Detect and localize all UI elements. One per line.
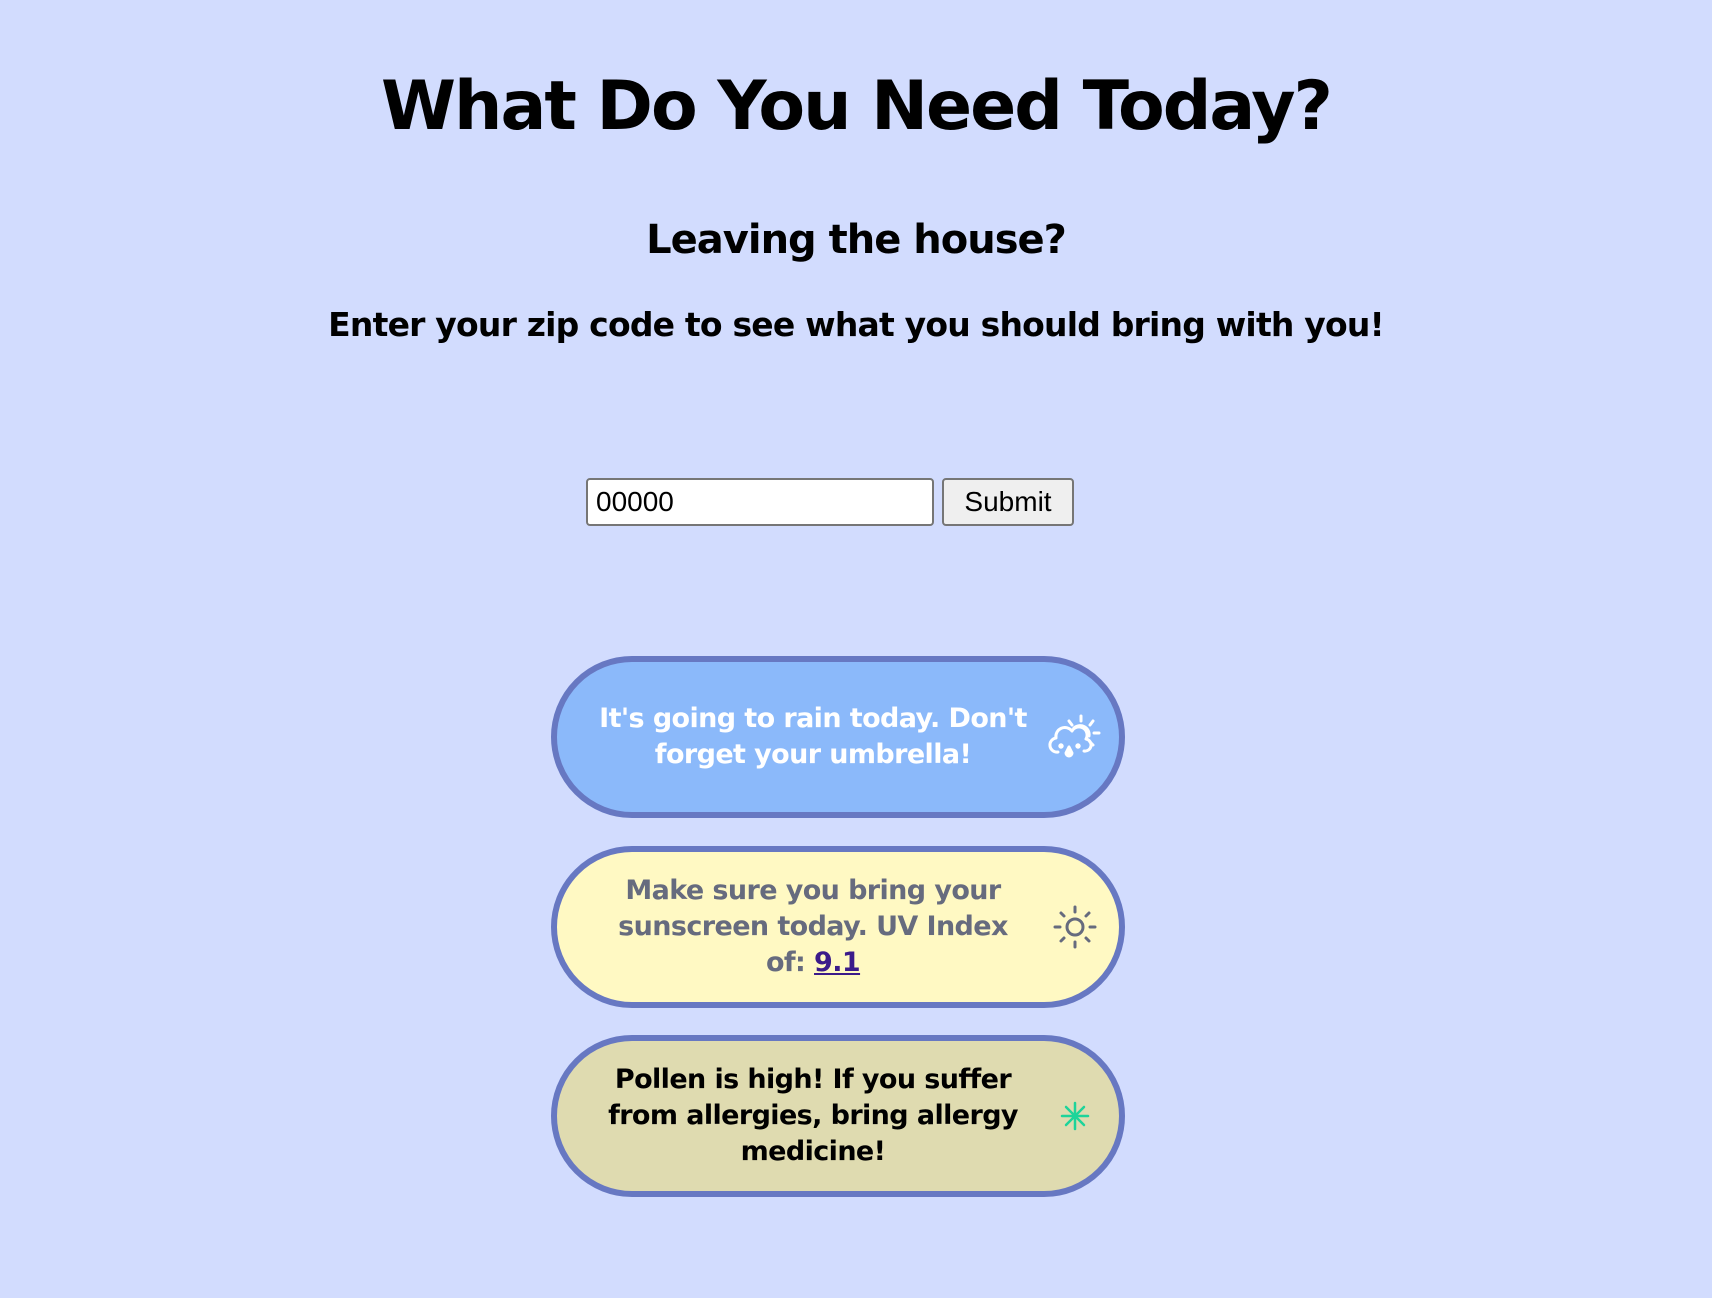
- rain-card: It's going to rain today. Don't forget y…: [551, 656, 1125, 818]
- sunscreen-message: Make sure you bring your sunscreen today…: [597, 873, 1029, 981]
- rain-message: It's going to rain today. Don't forget y…: [599, 703, 1027, 770]
- sunscreen-card: Make sure you bring your sunscreen today…: [551, 846, 1125, 1008]
- zip-code-form: Submit: [586, 478, 1074, 526]
- page-title: What Do You Need Today?: [381, 67, 1333, 146]
- page: What Do You Need Today? Leaving the hous…: [0, 0, 1712, 1298]
- rain-cloud-sun-icon: [1047, 709, 1103, 765]
- pollen-asterisk-icon: [1047, 1088, 1103, 1144]
- pollen-card: Pollen is high! If you suffer from aller…: [551, 1035, 1125, 1197]
- page-subtitle: Leaving the house?: [646, 217, 1067, 263]
- zip-code-input[interactable]: [586, 478, 934, 526]
- sunscreen-message-text: Make sure you bring your sunscreen today…: [618, 875, 1008, 978]
- uv-index-link[interactable]: 9.1: [814, 947, 861, 978]
- sun-icon: [1047, 899, 1103, 955]
- submit-button[interactable]: Submit: [942, 478, 1074, 526]
- pollen-message: Pollen is high! If you suffer from aller…: [608, 1064, 1018, 1167]
- instructions-text: Enter your zip code to see what you shou…: [328, 305, 1384, 344]
